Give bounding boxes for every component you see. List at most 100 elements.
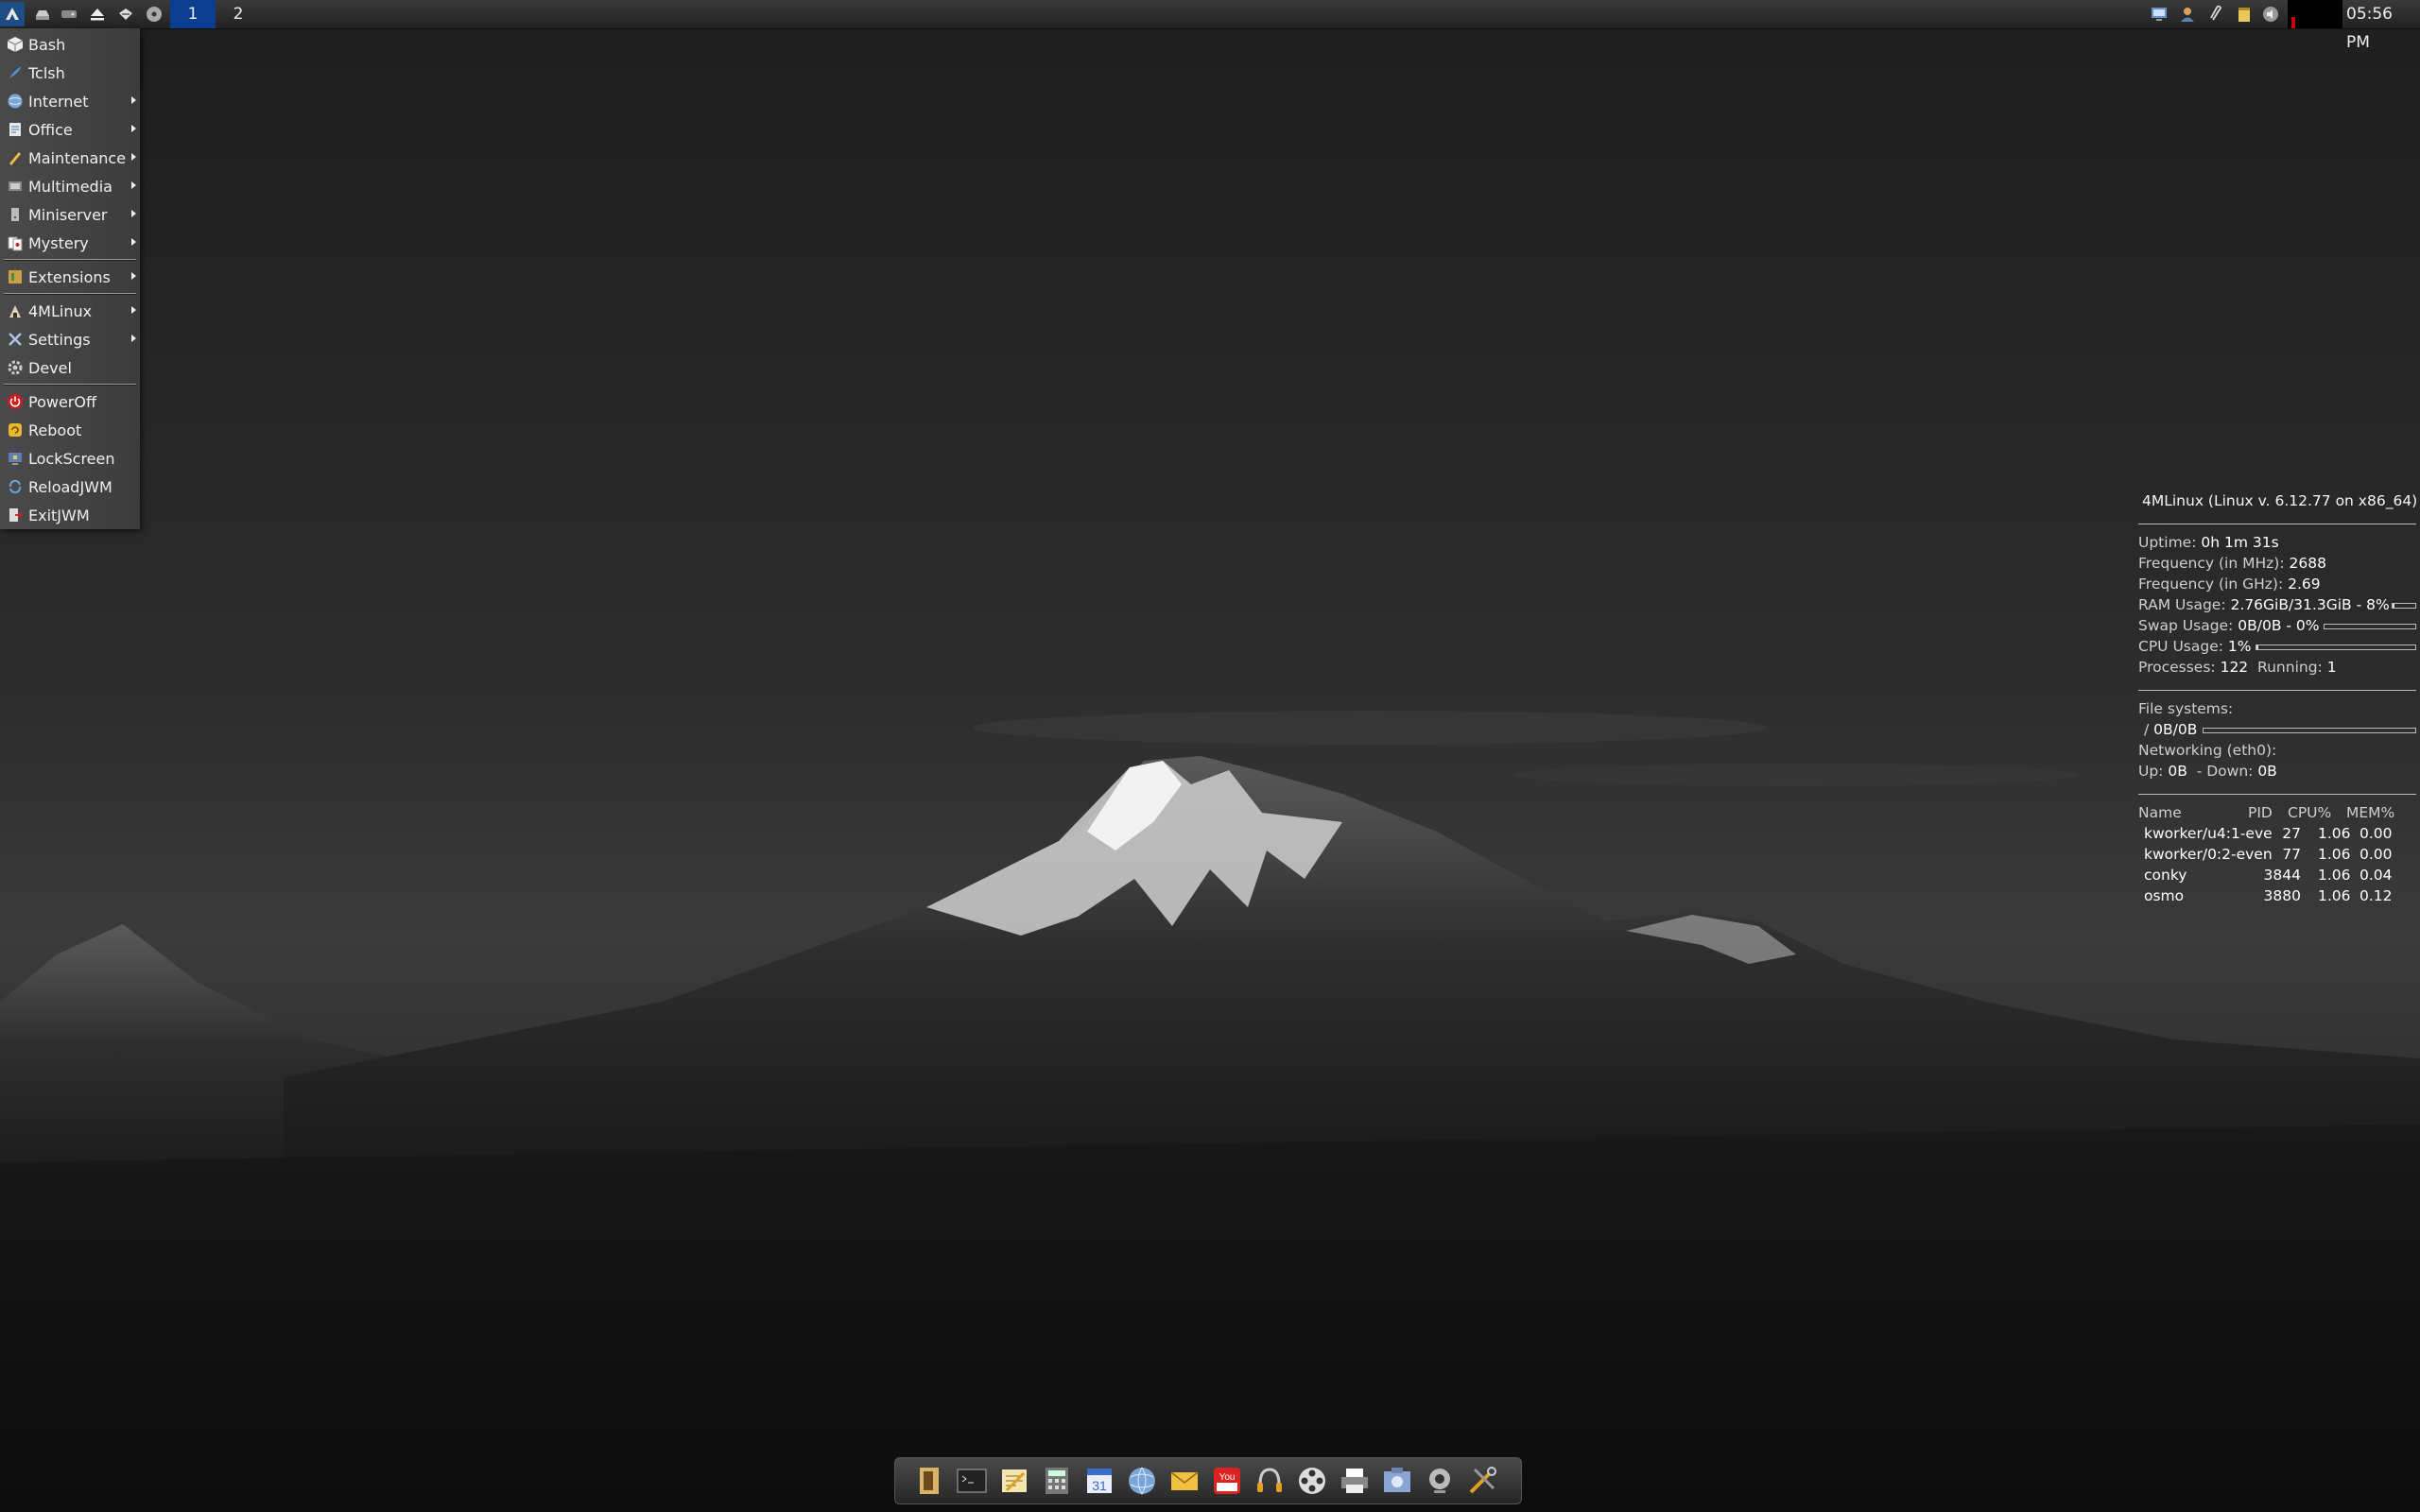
- menu-item-miniserver[interactable]: Miniserver: [0, 200, 140, 229]
- menu-item-label: ExitJWM: [28, 506, 90, 524]
- menu-item-extensions[interactable]: Extensions: [0, 263, 140, 291]
- dock-mail[interactable]: [1166, 1462, 1203, 1500]
- network-monitor-icon: [2152, 8, 2167, 21]
- playing-cards-icon: [5, 232, 26, 253]
- tray-volume[interactable]: [2259, 3, 2282, 26]
- 4mlinux-icon: [5, 301, 26, 321]
- menu-item-label: Miniserver: [28, 205, 108, 224]
- menu-item-multimedia[interactable]: Multimedia: [0, 172, 140, 200]
- menu-item-bash[interactable]: Bash: [0, 30, 140, 59]
- tools-icon: [1469, 1467, 1496, 1494]
- menu-item-settings[interactable]: Settings: [0, 325, 140, 353]
- freq-mhz-row: Frequency (in MHz): 2688: [2138, 555, 2326, 572]
- web-browser-icon: [1129, 1467, 1155, 1496]
- exit-icon: [5, 505, 26, 525]
- ram-usage-bar: [2392, 603, 2416, 609]
- mail-icon: [1170, 1471, 1199, 1490]
- dock-audio-player[interactable]: [1251, 1462, 1288, 1500]
- menu-item-poweroff[interactable]: PowerOff: [0, 387, 140, 416]
- menu-separator: [4, 293, 136, 295]
- freq-ghz-row: Frequency (in GHz): 2.69: [2138, 576, 2321, 593]
- eject-launcher[interactable]: [85, 2, 110, 26]
- menu-item-internet[interactable]: Internet: [0, 87, 140, 115]
- dock-file-manager[interactable]: [910, 1462, 948, 1500]
- filesystems-label: File systems:: [2138, 700, 2234, 717]
- menu-item-label: LockScreen: [28, 449, 115, 468]
- tray-app-slot[interactable]: [2288, 0, 2342, 28]
- tray-network-monitor[interactable]: [2148, 3, 2170, 26]
- menu-item-lockscreen[interactable]: LockScreen: [0, 444, 140, 472]
- menu-item-office[interactable]: Office: [0, 115, 140, 144]
- pencil-icon: [5, 147, 26, 168]
- start-menu-button[interactable]: [0, 2, 25, 26]
- dock-video-player[interactable]: [1293, 1462, 1331, 1500]
- notes-icon: [2238, 8, 2250, 22]
- menu-item-label: Mystery: [28, 233, 89, 252]
- dock-web-browser[interactable]: [1123, 1462, 1161, 1500]
- menu-separator: [4, 259, 136, 261]
- calendar-icon: 31: [1087, 1469, 1112, 1493]
- tray-user[interactable]: [2176, 3, 2199, 26]
- process-row: conky 3844 1.06 0.04: [2144, 867, 2393, 884]
- menu-item-reloadjwm[interactable]: ReloadJWM: [0, 472, 140, 501]
- submenu-arrow-icon: [131, 210, 136, 217]
- tray-notes[interactable]: [2233, 3, 2256, 26]
- image-viewer-icon: [1384, 1468, 1410, 1492]
- submenu-arrow-icon: [131, 153, 136, 161]
- tray-clipboard[interactable]: [2204, 3, 2227, 26]
- menu-item-devel[interactable]: Devel: [0, 353, 140, 382]
- dock-webcam[interactable]: [1421, 1462, 1459, 1500]
- menu-item-label: Devel: [28, 358, 72, 377]
- menu-item-label: Extensions: [28, 267, 111, 286]
- menu-item-reboot[interactable]: Reboot: [0, 416, 140, 444]
- hdd-launcher[interactable]: [57, 2, 81, 26]
- menu-item-maintenance[interactable]: Maintenance: [0, 144, 140, 172]
- file-manager-icon: [920, 1468, 939, 1494]
- text-editor-icon: [1002, 1469, 1027, 1492]
- drive-launcher[interactable]: [30, 2, 55, 26]
- server-icon: [5, 204, 26, 225]
- volume-icon: [2263, 7, 2278, 22]
- submenu-arrow-icon: [131, 181, 136, 189]
- youtube-icon: You: [1214, 1468, 1240, 1494]
- top-panel: 1 2 05:56 PM: [0, 0, 2420, 52]
- menu-item-exitjwm[interactable]: ExitJWM: [0, 501, 140, 529]
- menu-item-label: PowerOff: [28, 392, 96, 411]
- conky-header: 4MLinux (Linux v. 6.12.77 on x86_64): [2142, 492, 2418, 509]
- dock-terminal[interactable]: [953, 1462, 991, 1500]
- terminal-cube-icon: [5, 34, 26, 55]
- clock[interactable]: 05:56 PM: [2346, 0, 2420, 52]
- terminal-icon: [957, 1469, 987, 1493]
- menu-item-mystery[interactable]: Mystery: [0, 229, 140, 257]
- network-launcher[interactable]: [113, 2, 138, 26]
- menu-item-label: Internet: [28, 92, 89, 111]
- process-table-header: Name PID CPU% MEM%: [2138, 804, 2395, 821]
- video-player-icon: [1299, 1468, 1325, 1494]
- user-icon: [2181, 8, 2194, 22]
- audio-player-icon: [1257, 1468, 1282, 1492]
- disc-launcher[interactable]: [142, 2, 166, 26]
- workspace-1-button[interactable]: 1: [170, 0, 216, 28]
- dock-tools[interactable]: [1463, 1462, 1501, 1500]
- menu-item-tclsh[interactable]: Tclsh: [0, 59, 140, 87]
- dock-text-editor[interactable]: [995, 1462, 1033, 1500]
- webcam-icon: [1429, 1469, 1450, 1493]
- dock-printer[interactable]: [1336, 1462, 1374, 1500]
- dock-youtube[interactable]: You: [1208, 1462, 1246, 1500]
- reload-icon: [5, 476, 26, 497]
- menu-item-label: ReloadJWM: [28, 477, 112, 496]
- workspace-2-button[interactable]: 2: [216, 0, 261, 28]
- submenu-arrow-icon: [131, 272, 136, 280]
- desktop-wallpaper: [0, 0, 2420, 1512]
- dock-image-viewer[interactable]: [1378, 1462, 1416, 1500]
- dock-calendar[interactable]: 31: [1080, 1462, 1118, 1500]
- submenu-arrow-icon: [131, 306, 136, 314]
- processes-row: Processes: 122 Running: 1: [2138, 659, 2337, 676]
- menu-item-label: Maintenance: [28, 148, 127, 167]
- menu-item-4mlinux[interactable]: 4MLinux: [0, 297, 140, 325]
- dock-calculator[interactable]: [1038, 1462, 1076, 1500]
- menu-separator: [4, 384, 136, 386]
- process-row: kworker/u4:1-eve 27 1.06 0.00: [2144, 825, 2393, 842]
- network-icon: [119, 9, 132, 20]
- drive-icon: [36, 10, 49, 20]
